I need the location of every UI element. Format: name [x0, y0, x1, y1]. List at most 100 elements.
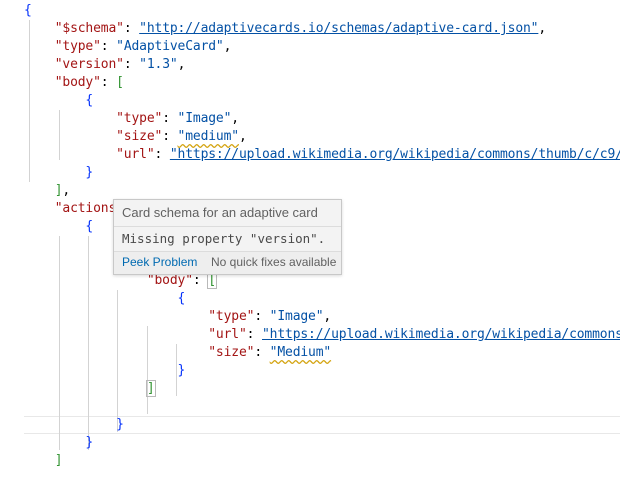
code-line[interactable]: "size": "Medium"	[24, 344, 331, 362]
code-token: }	[85, 435, 94, 450]
code-token: "https://upload.wikimedia.org/wikipedia/…	[169, 147, 620, 162]
code-token: ,	[177, 57, 186, 72]
code-line[interactable]: ],	[24, 182, 71, 200]
code-token: ,	[323, 309, 332, 324]
code-token: "http://adaptivecards.io/schemas/adaptiv…	[139, 21, 539, 36]
code-token: ,	[538, 21, 547, 36]
code-token: [	[207, 272, 217, 289]
hover-divider	[114, 226, 341, 227]
code-line[interactable]: }	[24, 434, 93, 452]
hover-actions-bar: Peek Problem No quick fixes available	[114, 251, 341, 274]
code-line[interactable]: "url": "https://upload.wikimedia.org/wik…	[24, 146, 620, 164]
code-token: }	[116, 417, 124, 432]
code-line[interactable]: "url": "https://upload.wikimedia.org/wik…	[24, 326, 620, 344]
code-token: "Image"	[177, 111, 232, 126]
code-line[interactable]: {	[24, 218, 93, 236]
code-token: ]	[145, 380, 156, 397]
code-line[interactable]: "type": "Image",	[24, 308, 331, 326]
code-token: "type"	[54, 39, 101, 54]
code-token: "type"	[116, 111, 163, 126]
code-token: {	[24, 3, 32, 18]
code-token: :	[246, 327, 262, 342]
code-token: ]	[54, 453, 63, 468]
code-token: :	[100, 39, 117, 54]
code-line[interactable]: "type": "AdaptiveCard",	[24, 38, 232, 56]
code-token: "size"	[116, 129, 163, 144]
code-line[interactable]: "$schema": "http://adaptivecards.io/sche…	[24, 20, 546, 38]
hover-message: Missing property "version".	[122, 231, 326, 246]
code-line[interactable]: }	[24, 362, 186, 380]
code-token: :	[123, 21, 140, 36]
code-line[interactable]: }	[24, 164, 93, 182]
code-line[interactable]: "version": "1.3",	[24, 56, 186, 74]
code-token: :	[254, 309, 270, 324]
code-token: {	[85, 93, 94, 108]
hover-title: Card schema for an adaptive card	[122, 205, 318, 220]
code-token: :	[192, 273, 209, 288]
code-token: :	[162, 129, 178, 144]
code-token: "size"	[208, 345, 255, 360]
code-token: ,	[62, 183, 71, 198]
code-token: "1.3"	[139, 57, 178, 72]
code-line[interactable]: "body": [	[24, 74, 124, 92]
code-line[interactable]: {	[24, 92, 93, 110]
code-line[interactable]: ]	[24, 452, 63, 470]
code-token: }	[177, 363, 186, 378]
peek-problem-link[interactable]: Peek Problem	[122, 255, 197, 269]
code-token: "actions	[54, 201, 117, 216]
code-line[interactable]: "type": "Image",	[24, 110, 239, 128]
code-token: [	[116, 75, 124, 90]
code-line[interactable]: }	[24, 416, 124, 434]
code-token: "url"	[208, 327, 247, 342]
code-token: "type"	[208, 309, 255, 324]
code-token: {	[85, 219, 94, 234]
code-token: ,	[238, 129, 247, 144]
code-token: "medium"	[177, 129, 240, 144]
code-editor[interactable]: { "$schema": "http://adaptivecards.io/sc…	[0, 0, 620, 478]
code-token: {	[177, 291, 186, 306]
code-token: }	[85, 165, 94, 180]
code-line[interactable]: "actions	[24, 200, 117, 218]
code-token: ,	[231, 111, 239, 126]
code-token: "body"	[146, 273, 193, 288]
code-token: :	[123, 57, 140, 72]
code-token: :	[154, 147, 170, 162]
code-token: :	[254, 345, 270, 360]
code-token: :	[100, 75, 117, 90]
code-token: "body"	[54, 75, 101, 90]
code-line[interactable]: {	[24, 2, 32, 20]
code-token: "url"	[116, 147, 155, 162]
code-line[interactable]: {	[24, 290, 186, 308]
no-quick-fixes-label: No quick fixes available	[211, 255, 337, 269]
code-line[interactable]: ]	[24, 380, 156, 398]
code-line[interactable]: "size": "medium",	[24, 128, 247, 146]
code-token: :	[162, 111, 178, 126]
code-token: "https://upload.wikimedia.org/wikipedia/…	[262, 327, 620, 342]
code-token: "Medium"	[269, 345, 332, 360]
problem-hover-widget[interactable]: Card schema for an adaptive card Missing…	[113, 199, 342, 275]
code-token: "$schema"	[54, 21, 124, 36]
code-token: "version"	[54, 57, 124, 72]
